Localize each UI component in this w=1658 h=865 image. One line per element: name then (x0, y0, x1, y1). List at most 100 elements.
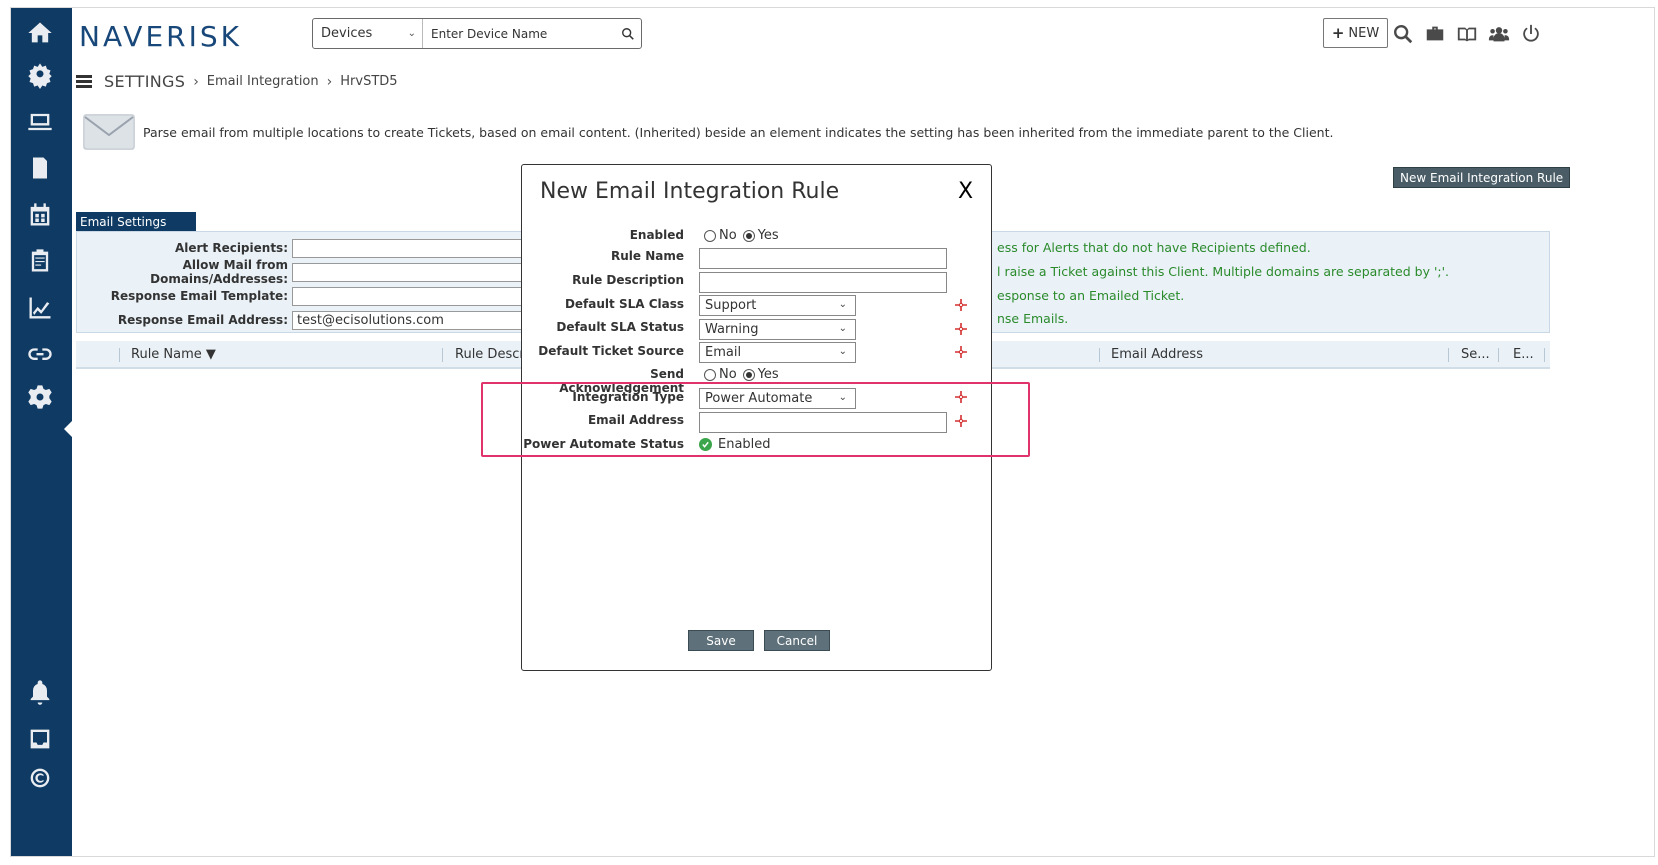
settings-cog-person-icon[interactable] (25, 60, 55, 90)
column-se[interactable]: Se... (1461, 347, 1490, 362)
page-description: Parse email from multiple locations to c… (143, 125, 1334, 140)
save-button[interactable]: Save (688, 630, 754, 651)
settings-row: Response Email Template: (77, 286, 532, 306)
new-email-integration-rule-button[interactable]: New Email Integration Rule (1393, 167, 1571, 188)
settings-row: Alert Recipients: (77, 238, 532, 258)
envelope-icon (83, 114, 135, 150)
bell-icon[interactable] (25, 677, 55, 707)
checklist-icon[interactable] (25, 246, 55, 276)
rule-description-label: Rule Description (572, 273, 684, 287)
device-search: Devices ⌄ (312, 18, 642, 49)
sla-class-label: Default SLA Class (564, 297, 684, 311)
gear-icon[interactable] (25, 382, 55, 412)
response-address-help: nse Emails. (997, 311, 1069, 326)
sla-class-select[interactable]: Support ⌄ (699, 295, 856, 316)
send-ack-no-label: No (719, 367, 737, 382)
enabled-no-radio[interactable] (704, 229, 716, 242)
alert-recipients-label: Alert Recipients: (174, 241, 288, 255)
ticket-source-label: Default Ticket Source (538, 344, 684, 358)
sla-class-value: Support (705, 298, 757, 313)
breadcrumb-client[interactable]: HrvSTD5 (340, 74, 397, 89)
send-ack-yes-label: Yes (757, 367, 779, 382)
rule-name-label: Rule Name (611, 249, 684, 263)
enabled-yes-label: Yes (757, 228, 779, 243)
rule-description-input[interactable] (699, 272, 947, 293)
search-icon[interactable] (1390, 21, 1416, 47)
allow-mail-label: Allow Mail from Domains/Addresses: (150, 258, 288, 286)
column-divider (1099, 348, 1100, 362)
dialog-title: New Email Integration Rule (540, 179, 840, 204)
users-icon[interactable] (1486, 21, 1512, 47)
breadcrumb-email-integration[interactable]: Email Integration (207, 74, 319, 89)
close-button[interactable]: X (958, 179, 973, 204)
sla-status-value: Warning (705, 322, 759, 337)
rule-name-input[interactable] (699, 248, 947, 269)
response-template-label: Response Email Template: (110, 289, 288, 303)
search-input[interactable] (423, 19, 615, 48)
response-address-input[interactable]: test@ecisolutions.com (292, 310, 532, 330)
sidebar (11, 8, 72, 856)
ticket-source-select[interactable]: Email ⌄ (699, 342, 856, 363)
allow-mail-input[interactable] (292, 262, 532, 282)
alert-recipients-help: ess for Alerts that do not have Recipien… (997, 240, 1311, 255)
ticket-source-value: Email (705, 345, 742, 360)
required-icon (954, 345, 968, 359)
column-e[interactable]: E... (1513, 347, 1534, 362)
column-email-address[interactable]: Email Address (1111, 347, 1203, 362)
chevron-right-icon: › (326, 73, 333, 90)
chevron-down-icon: ⌄ (407, 28, 416, 39)
enabled-label: Enabled (629, 228, 684, 242)
column-rule-description[interactable]: Rule Descri (455, 347, 528, 362)
home-icon[interactable] (25, 18, 55, 48)
settings-row: Response Email Address: test@ecisolution… (77, 310, 532, 330)
sla-status-select[interactable]: Warning ⌄ (699, 319, 856, 340)
required-icon (954, 298, 968, 312)
new-button[interactable]: + NEW (1323, 18, 1388, 48)
response-template-input[interactable] (292, 286, 532, 306)
cancel-button[interactable]: Cancel (764, 630, 830, 651)
inbox-icon[interactable] (25, 724, 55, 754)
send-ack-no-radio[interactable] (704, 368, 716, 381)
chevron-right-icon: › (193, 73, 199, 90)
copyright-icon[interactable] (25, 763, 55, 793)
chart-line-icon[interactable] (25, 293, 55, 323)
app-frame: NAVERISK Devices ⌄ + NEW SETTINGS › Emai… (10, 7, 1655, 857)
column-divider (1544, 348, 1545, 362)
search-type-value: Devices (321, 26, 373, 41)
column-divider (119, 348, 120, 362)
enabled-radio-group: No Yes (704, 228, 779, 243)
alert-recipients-input[interactable] (292, 238, 532, 258)
column-divider (1448, 348, 1449, 362)
calendar-icon[interactable] (25, 200, 55, 230)
cloud-link-icon[interactable] (25, 338, 55, 368)
active-pointer (64, 421, 72, 437)
enabled-yes-radio[interactable] (742, 229, 755, 242)
clipboard-user-icon[interactable] (25, 153, 55, 183)
chevron-down-icon: ⌄ (838, 323, 847, 334)
search-type-select[interactable]: Devices ⌄ (313, 19, 423, 48)
sla-status-label: Default SLA Status (556, 320, 684, 334)
power-icon[interactable] (1518, 21, 1544, 47)
settings-row: Allow Mail from Domains/Addresses: (77, 258, 532, 286)
column-rule-name[interactable]: Rule Name ▼ (131, 347, 216, 362)
column-divider (1498, 348, 1499, 362)
required-icon (954, 322, 968, 336)
new-button-label: NEW (1348, 25, 1380, 41)
send-ack-yes-radio[interactable] (742, 368, 755, 381)
chevron-down-icon: ⌄ (838, 299, 847, 310)
plus-icon: + (1331, 24, 1345, 42)
laptop-icon[interactable] (25, 107, 55, 137)
breadcrumb-settings[interactable]: SETTINGS (104, 72, 185, 91)
toolbox-icon[interactable] (1422, 21, 1448, 47)
menu-icon[interactable] (76, 75, 92, 88)
column-divider (442, 348, 443, 362)
chevron-down-icon: ⌄ (838, 346, 847, 357)
enabled-no-label: No (719, 228, 737, 243)
search-icon[interactable] (615, 19, 641, 48)
email-settings-tab[interactable]: Email Settings (76, 212, 196, 232)
response-address-label: Response Email Address: (117, 313, 288, 327)
book-icon[interactable] (1454, 21, 1480, 47)
response-template-help: esponse to an Emailed Ticket. (997, 288, 1185, 303)
send-ack-radio-group: No Yes (704, 367, 779, 382)
naverisk-logo[interactable]: NAVERISK (79, 20, 242, 53)
